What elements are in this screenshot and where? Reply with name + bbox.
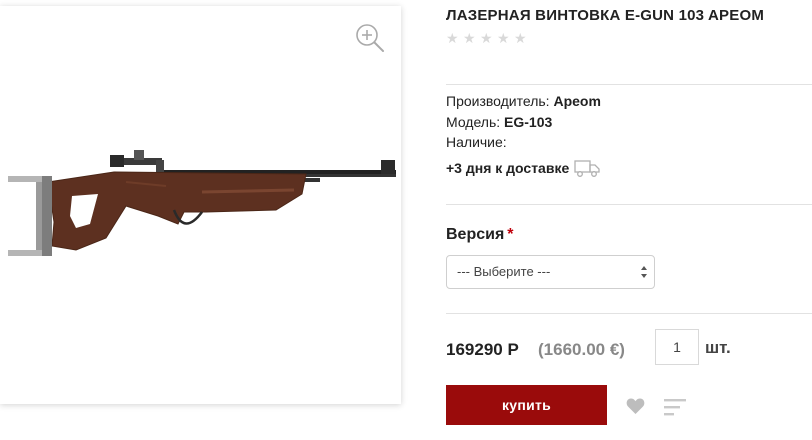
star-icon[interactable]: ★ bbox=[514, 31, 528, 45]
version-select-value: --- Выберите --- bbox=[457, 264, 551, 279]
divider bbox=[446, 84, 812, 85]
delivery-info: +3 дня к доставке bbox=[446, 158, 600, 178]
required-mark: * bbox=[507, 226, 514, 243]
version-label: Версия * bbox=[446, 226, 514, 244]
buy-button[interactable]: купить bbox=[446, 385, 607, 425]
product-title: ЛАЗЕРНАЯ ВИНТОВКА E-GUN 103 APEOM bbox=[446, 7, 765, 24]
price: 169290 Р bbox=[446, 340, 519, 359]
version-select[interactable]: --- Выберите --- bbox=[446, 255, 655, 289]
heart-icon[interactable] bbox=[626, 397, 645, 415]
version-label-text: Версия bbox=[446, 226, 505, 243]
compare-icon[interactable] bbox=[664, 397, 686, 417]
manufacturer-row: Производитель: Apeom bbox=[446, 93, 601, 109]
model-row: Модель: EG-103 bbox=[446, 114, 552, 130]
star-icon[interactable]: ★ bbox=[497, 31, 511, 45]
star-icon[interactable]: ★ bbox=[463, 31, 477, 45]
product-image-panel bbox=[0, 6, 401, 404]
rifle-image bbox=[8, 150, 396, 256]
delivery-text: +3 дня к доставке bbox=[446, 160, 570, 176]
availability-row: Наличие: bbox=[446, 134, 507, 150]
zoom-in-icon[interactable] bbox=[354, 22, 386, 54]
model-value: EG-103 bbox=[504, 114, 553, 130]
rating-stars[interactable]: ★ ★ ★ ★ ★ bbox=[446, 31, 528, 45]
quantity-input[interactable] bbox=[655, 329, 699, 365]
price-eur: (1660.00 €) bbox=[538, 340, 625, 359]
divider bbox=[446, 204, 812, 205]
star-icon[interactable]: ★ bbox=[446, 31, 460, 45]
divider bbox=[446, 313, 812, 314]
model-label: Модель: bbox=[446, 114, 501, 130]
quantity-unit: шт. bbox=[705, 338, 731, 357]
select-arrows-icon bbox=[641, 266, 647, 278]
star-icon[interactable]: ★ bbox=[480, 31, 494, 45]
manufacturer-label: Производитель: bbox=[446, 93, 550, 109]
availability-label: Наличие: bbox=[446, 134, 507, 150]
truck-icon bbox=[574, 160, 600, 177]
manufacturer-value: Apeom bbox=[553, 93, 601, 109]
